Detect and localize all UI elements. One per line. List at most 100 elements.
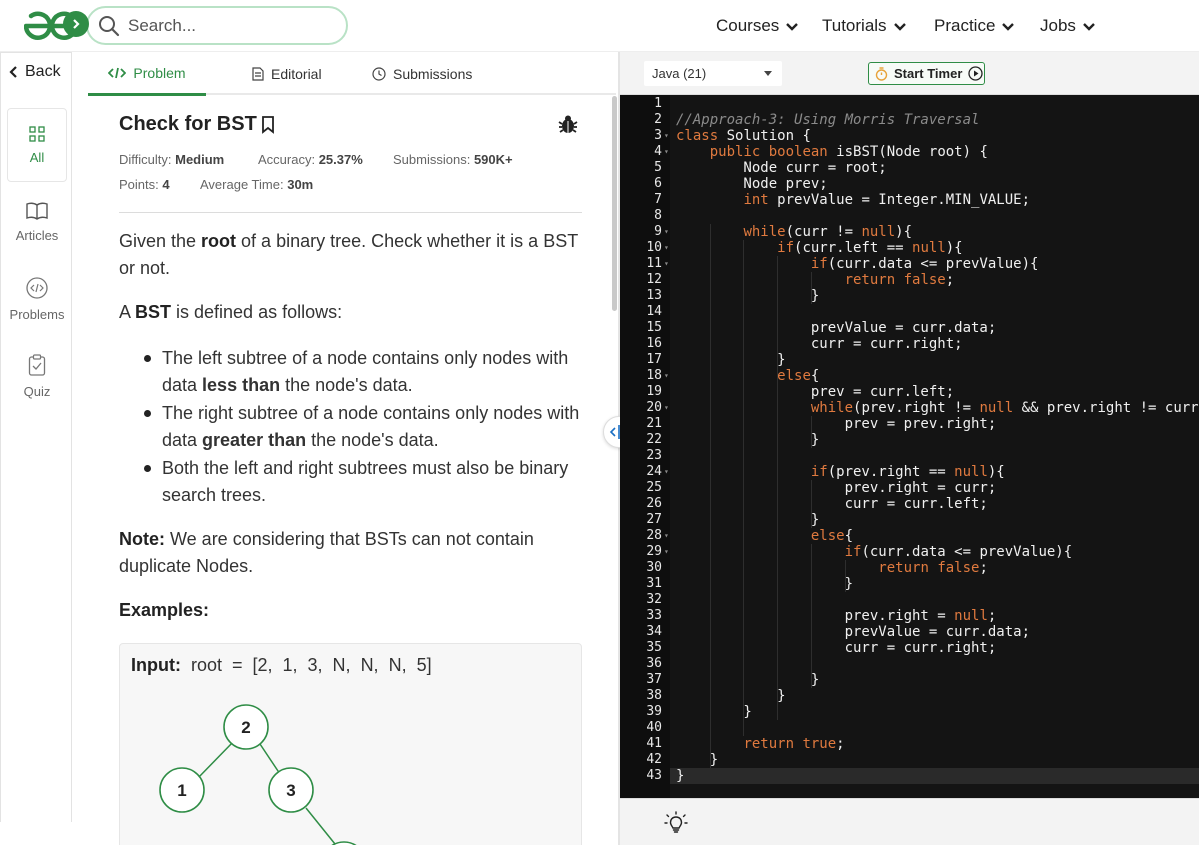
code-line[interactable]: curr = curr.right; xyxy=(676,336,963,352)
code-line[interactable]: class Solution { xyxy=(676,128,811,144)
tree-node-label: 1 xyxy=(177,781,186,800)
nav-courses-label: Courses xyxy=(716,16,780,35)
sidebar-item-label: Quiz xyxy=(23,383,51,399)
fold-toggle-icon[interactable]: ▾ xyxy=(664,528,669,544)
fold-toggle-icon[interactable]: ▾ xyxy=(664,144,669,160)
code-line[interactable]: if(curr.data <= prevValue){ xyxy=(676,256,1039,272)
code-line[interactable]: else{ xyxy=(676,368,819,384)
chevron-down-icon xyxy=(1002,22,1015,31)
code-line[interactable]: } xyxy=(676,704,751,720)
bullet-text: the node's data. xyxy=(306,430,439,450)
line-number: 15 xyxy=(646,320,662,335)
fold-toggle-icon[interactable]: ▾ xyxy=(664,224,669,240)
back-label: Back xyxy=(25,63,61,80)
code-line[interactable]: curr = curr.right; xyxy=(676,640,997,656)
tab-problem[interactable]: Problem xyxy=(88,52,206,96)
code-line[interactable]: } xyxy=(676,688,785,704)
search-input[interactable] xyxy=(128,14,328,38)
language-select[interactable]: Java (21) xyxy=(644,61,782,86)
clipboard-icon xyxy=(28,353,46,376)
line-number: 11 xyxy=(646,256,662,271)
code-line[interactable]: return false; xyxy=(676,272,955,288)
code-line[interactable]: public boolean isBST(Node root) { xyxy=(676,144,988,160)
code-line[interactable]: } xyxy=(676,672,819,688)
code-line[interactable]: int prevValue = Integer.MIN_VALUE; xyxy=(676,192,1030,208)
line-number: 37 xyxy=(646,672,662,687)
sidebar-item-quiz[interactable]: Quiz xyxy=(7,339,67,413)
code-line[interactable]: } xyxy=(676,752,718,768)
sidebar-item-problems[interactable]: Problems xyxy=(7,262,67,336)
code-line[interactable]: if(prev.right == null){ xyxy=(676,464,1005,480)
code-line[interactable]: } xyxy=(676,288,819,304)
example-box: Input: root = [2, 1, 3, N, N, N, 5] 2 1 … xyxy=(119,643,582,845)
code-line[interactable]: prev = curr.left; xyxy=(676,384,954,400)
difficulty-meta: Difficulty: Medium xyxy=(119,152,224,167)
lightbulb-icon[interactable] xyxy=(664,811,688,835)
code-line[interactable]: return false; xyxy=(676,560,988,576)
code-line[interactable]: return true; xyxy=(676,736,844,752)
nav-practice-label: Practice xyxy=(934,16,996,35)
points-meta: Points: 4 xyxy=(119,177,170,192)
sidebar-item-label: All xyxy=(29,149,45,165)
code-line[interactable]: } xyxy=(676,576,853,592)
code-line[interactable]: if(curr.data <= prevValue){ xyxy=(676,544,1073,560)
problem-scrollbar[interactable] xyxy=(612,96,617,311)
code-line[interactable]: //Approach-3: Using Morris Traversal xyxy=(676,112,979,128)
fold-toggle-icon[interactable]: ▾ xyxy=(664,240,669,256)
bookmark-icon[interactable] xyxy=(261,115,275,134)
examples-heading: Examples: xyxy=(119,600,210,620)
fold-toggle-icon[interactable]: ▾ xyxy=(664,368,669,384)
fold-toggle-icon[interactable]: ▾ xyxy=(664,256,669,272)
sidebar-item-articles[interactable]: Articles xyxy=(7,185,67,259)
search-box[interactable] xyxy=(86,6,348,45)
code-line[interactable]: prevValue = curr.data; xyxy=(676,320,996,336)
tree-edge xyxy=(257,740,281,775)
code-line[interactable]: else{ xyxy=(676,528,853,544)
line-number: 35 xyxy=(646,640,662,655)
expand-sidebar-button[interactable] xyxy=(63,11,89,37)
nav-courses[interactable]: Courses xyxy=(716,15,799,37)
fold-toggle-icon[interactable]: ▾ xyxy=(664,464,669,480)
code-line[interactable]: } xyxy=(676,432,819,448)
note-text: We are considering that BSTs can not con… xyxy=(119,529,534,576)
chevron-down-icon xyxy=(1083,22,1095,31)
code-line[interactable]: } xyxy=(676,768,684,784)
editor-toolbar: Java (21) Start Timer xyxy=(620,52,1199,95)
code-line[interactable]: } xyxy=(676,512,819,528)
nav-tutorials[interactable]: Tutorials xyxy=(822,15,907,37)
example-tree-diagram: 2 1 3 xyxy=(159,704,357,845)
code-line[interactable]: while(prev.right != null && prev.right !… xyxy=(676,400,1199,416)
back-button[interactable]: Back xyxy=(9,63,61,81)
start-timer-button[interactable]: Start Timer xyxy=(868,62,985,85)
active-line-highlight xyxy=(670,768,1199,784)
code-line[interactable]: if(curr.left == null){ xyxy=(676,240,962,256)
line-number: 5 xyxy=(654,160,662,175)
code-line[interactable]: prev.right = null; xyxy=(676,608,997,624)
code-line[interactable]: } xyxy=(676,352,785,368)
code-line[interactable]: prev.right = curr; xyxy=(676,480,997,496)
line-number: 21 xyxy=(646,416,662,431)
code-line[interactable]: curr = curr.left; xyxy=(676,496,988,512)
code-line[interactable]: Node prev; xyxy=(676,176,827,192)
code-line[interactable]: prev = prev.right; xyxy=(676,416,997,432)
code-editor[interactable]: 1 2 3 ▾ 4 ▾ 5 6 7 8 9 ▾ 10 ▾ 11 ▾ 12 13 14 15 16 17 18 ▾ 19 20 ▾ 21… xyxy=(620,95,1199,798)
code-icon xyxy=(26,276,48,299)
fold-toggle-icon[interactable]: ▾ xyxy=(664,400,669,416)
line-number: 9 xyxy=(654,224,662,239)
sidebar-item-all[interactable]: All xyxy=(7,108,67,182)
tab-submissions[interactable]: Submissions xyxy=(372,52,472,95)
line-number: 22 xyxy=(646,432,662,447)
nav-jobs[interactable]: Jobs xyxy=(1040,15,1096,37)
bug-report-icon[interactable] xyxy=(558,114,578,134)
fold-toggle-icon[interactable]: ▾ xyxy=(664,128,669,144)
line-number: 17 xyxy=(646,352,662,367)
tab-label: Editorial xyxy=(271,65,322,82)
nav-practice[interactable]: Practice xyxy=(934,15,1015,37)
accuracy-meta: Accuracy: 25.37% xyxy=(258,152,363,167)
play-icon xyxy=(968,66,984,81)
fold-toggle-icon[interactable]: ▾ xyxy=(664,544,669,560)
code-line[interactable]: while(curr != null){ xyxy=(676,224,912,240)
tab-editorial[interactable]: Editorial xyxy=(252,52,322,95)
code-line[interactable]: prevValue = curr.data; xyxy=(676,624,1030,640)
code-line[interactable]: Node curr = root; xyxy=(676,160,886,176)
